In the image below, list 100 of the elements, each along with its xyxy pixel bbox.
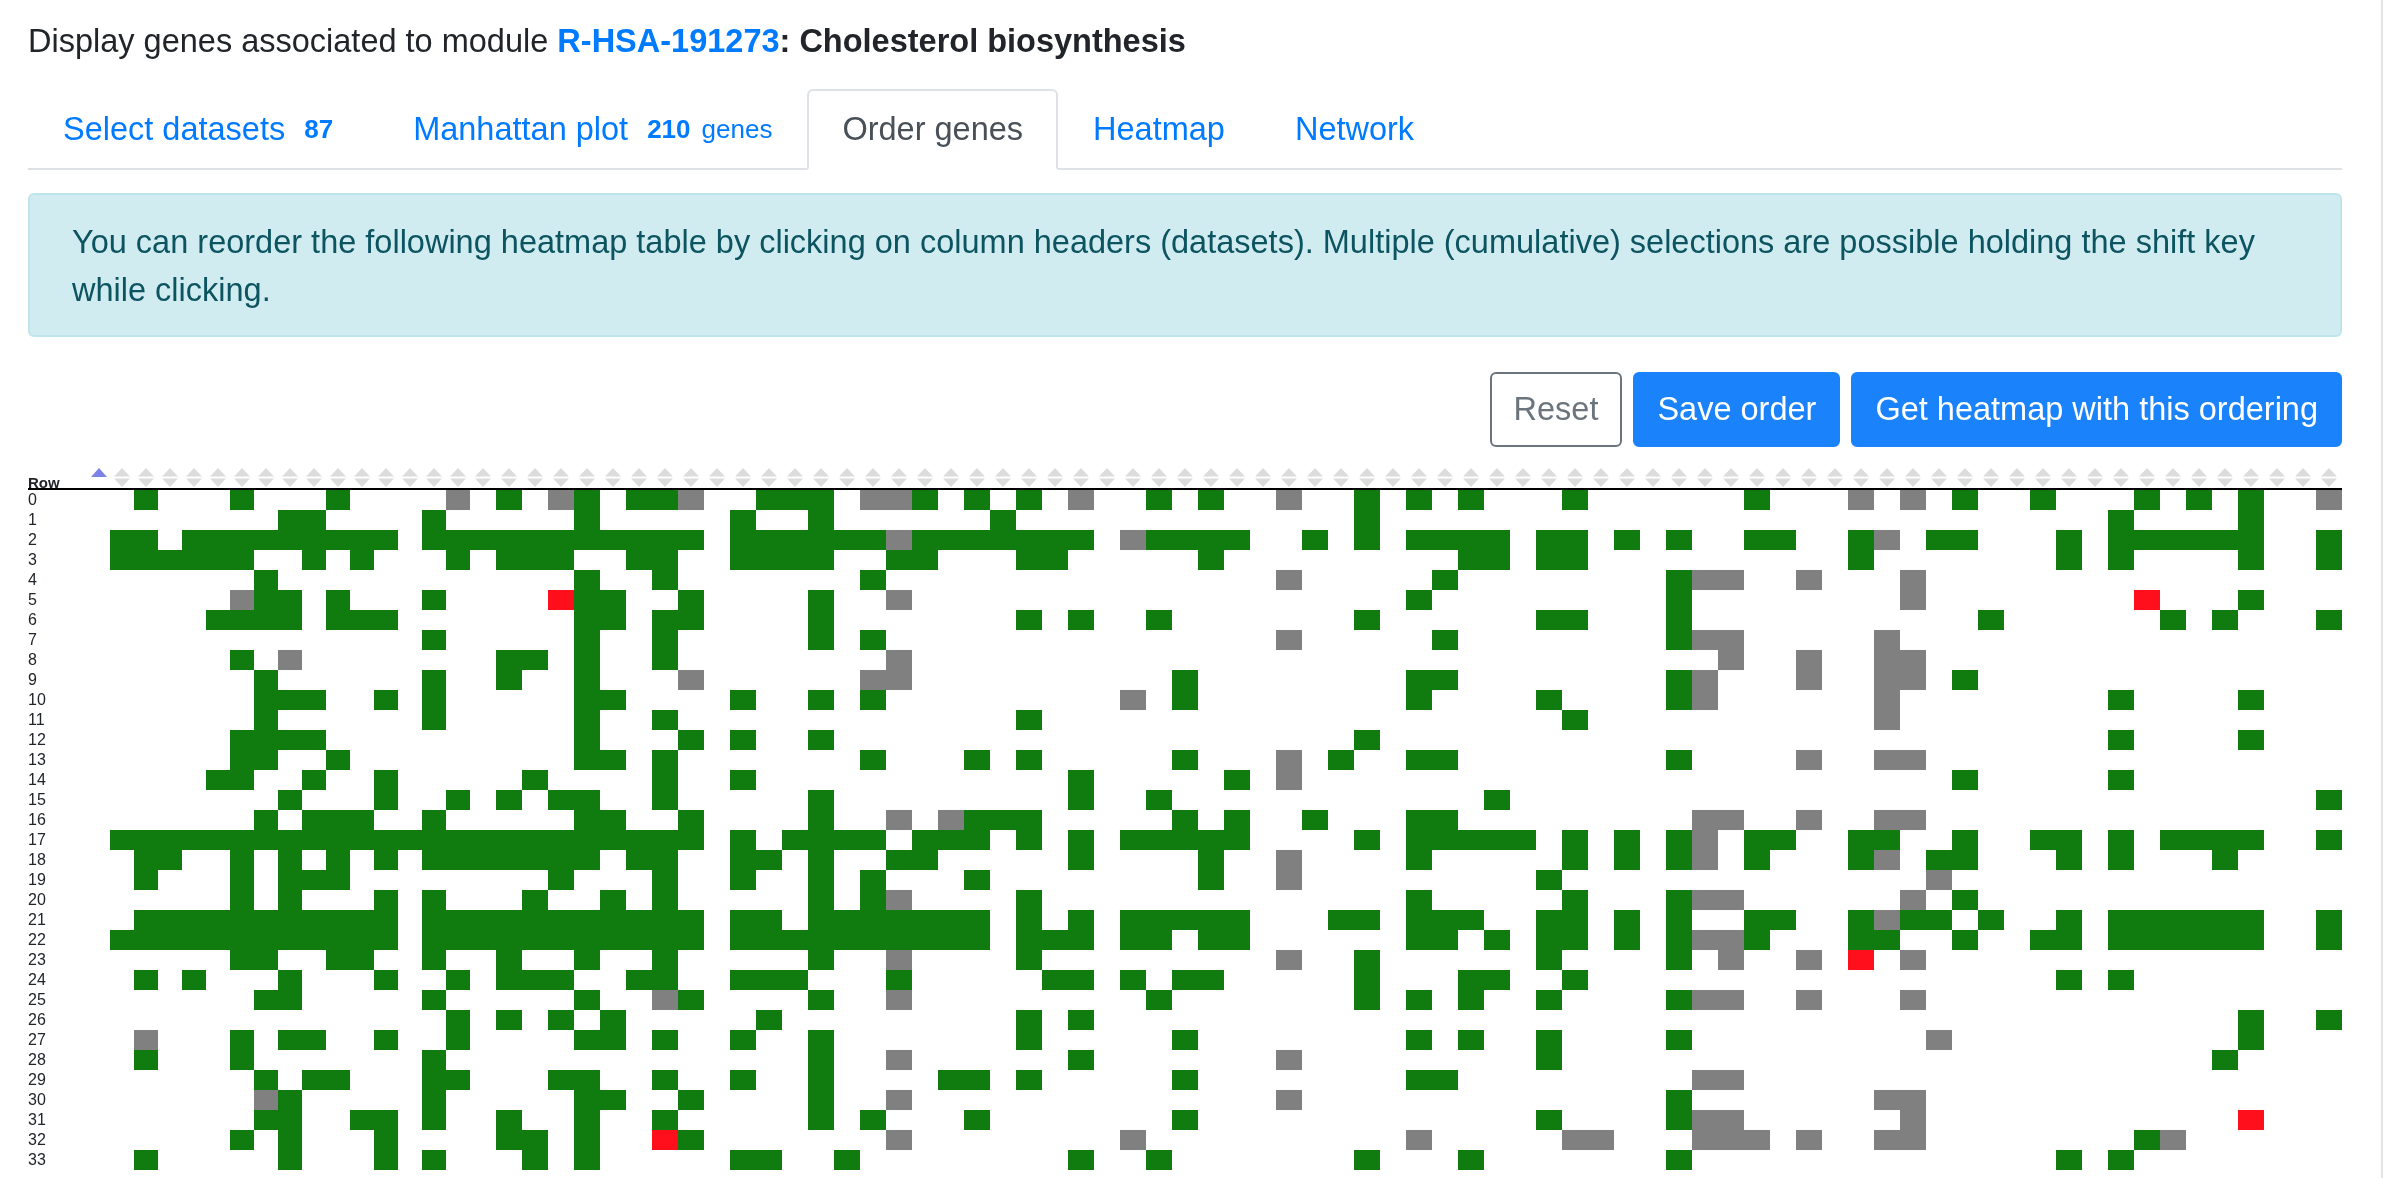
double-triangle-icon[interactable] [1021, 468, 1037, 487]
reset-button[interactable]: Reset [1489, 372, 1623, 447]
double-triangle-icon[interactable] [891, 468, 907, 487]
tab[interactable]: Manhattan plot 210 genes [378, 89, 808, 170]
double-triangle-icon[interactable] [605, 468, 621, 487]
double-triangle-icon[interactable] [995, 468, 1011, 487]
double-triangle-icon[interactable] [1983, 468, 1999, 487]
double-triangle-icon[interactable] [1047, 468, 1063, 487]
double-triangle-icon[interactable] [1723, 468, 1739, 487]
double-triangle-icon[interactable] [2061, 468, 2077, 487]
double-triangle-icon[interactable] [1281, 468, 1297, 487]
double-triangle-icon[interactable] [1385, 468, 1401, 487]
double-triangle-icon[interactable] [683, 468, 699, 487]
double-triangle-icon[interactable] [282, 468, 298, 487]
triangle-icon[interactable] [91, 468, 107, 477]
tab[interactable]: Heatmap [1058, 89, 1260, 170]
double-triangle-icon[interactable] [527, 468, 543, 487]
double-triangle-icon[interactable] [2321, 468, 2337, 487]
double-triangle-icon[interactable] [1567, 468, 1583, 487]
double-triangle-icon[interactable] [1879, 468, 1895, 487]
double-triangle-icon[interactable] [1099, 468, 1115, 487]
column-header[interactable]: Row [28, 475, 60, 490]
double-triangle-icon[interactable] [2113, 468, 2129, 487]
double-triangle-icon[interactable] [1125, 468, 1141, 487]
double-triangle-icon[interactable] [1203, 468, 1219, 487]
double-triangle-icon[interactable] [501, 468, 517, 487]
double-triangle-icon[interactable] [943, 468, 959, 487]
double-triangle-icon[interactable] [1073, 468, 1089, 487]
tab[interactable]: Network [1259, 89, 1450, 170]
double-triangle-icon[interactable] [969, 468, 985, 487]
double-triangle-icon[interactable] [865, 468, 881, 487]
row-number: 16 [28, 810, 46, 830]
double-triangle-icon[interactable] [1307, 468, 1323, 487]
double-triangle-icon[interactable] [839, 468, 855, 487]
double-triangle-icon[interactable] [1827, 468, 1843, 487]
double-triangle-icon[interactable] [1229, 468, 1245, 487]
double-triangle-icon[interactable] [787, 468, 803, 487]
row-number: 21 [28, 910, 46, 930]
double-triangle-icon[interactable] [631, 468, 647, 487]
double-triangle-icon[interactable] [306, 468, 322, 487]
double-triangle-icon[interactable] [1801, 468, 1817, 487]
double-triangle-icon[interactable] [1957, 468, 1973, 487]
double-triangle-icon[interactable] [234, 468, 250, 487]
double-triangle-icon[interactable] [186, 468, 202, 487]
double-triangle-icon[interactable] [735, 468, 751, 487]
double-triangle-icon[interactable] [378, 468, 394, 487]
double-triangle-icon[interactable] [426, 468, 442, 487]
module-link[interactable]: R-HSA-191273 [557, 23, 780, 59]
double-triangle-icon[interactable] [1177, 468, 1193, 487]
double-triangle-icon[interactable] [450, 468, 466, 487]
double-triangle-icon[interactable] [475, 468, 491, 487]
double-triangle-icon[interactable] [917, 468, 933, 487]
double-triangle-icon[interactable] [1437, 468, 1453, 487]
double-triangle-icon[interactable] [1333, 468, 1349, 487]
double-triangle-icon[interactable] [1463, 468, 1479, 487]
double-triangle-icon[interactable] [402, 468, 418, 487]
double-triangle-icon[interactable] [2295, 468, 2311, 487]
double-triangle-icon[interactable] [1671, 468, 1687, 487]
double-triangle-icon[interactable] [2191, 468, 2207, 487]
double-triangle-icon[interactable] [1931, 468, 1947, 487]
double-triangle-icon[interactable] [330, 468, 346, 487]
get-heatmap-button[interactable]: Get heatmap with this ordering [1851, 372, 2342, 447]
double-triangle-icon[interactable] [114, 468, 130, 487]
double-triangle-icon[interactable] [2139, 468, 2155, 487]
double-triangle-icon[interactable] [1645, 468, 1661, 487]
double-triangle-icon[interactable] [2217, 468, 2233, 487]
double-triangle-icon[interactable] [210, 468, 226, 487]
double-triangle-icon[interactable] [2269, 468, 2285, 487]
double-triangle-icon[interactable] [138, 468, 154, 487]
double-triangle-icon[interactable] [2165, 468, 2181, 487]
double-triangle-icon[interactable] [1541, 468, 1557, 487]
tab[interactable]: Select datasets 87 [28, 89, 379, 170]
double-triangle-icon[interactable] [579, 468, 595, 487]
double-triangle-icon[interactable] [2009, 468, 2025, 487]
double-triangle-icon[interactable] [1853, 468, 1869, 487]
double-triangle-icon[interactable] [1515, 468, 1531, 487]
double-triangle-icon[interactable] [761, 468, 777, 487]
double-triangle-icon[interactable] [1775, 468, 1791, 487]
double-triangle-icon[interactable] [1749, 468, 1765, 487]
double-triangle-icon[interactable] [2243, 468, 2259, 487]
double-triangle-icon[interactable] [813, 468, 829, 487]
double-triangle-icon[interactable] [1593, 468, 1609, 487]
double-triangle-icon[interactable] [1697, 468, 1713, 487]
double-triangle-icon[interactable] [1905, 468, 1921, 487]
double-triangle-icon[interactable] [2087, 468, 2103, 487]
double-triangle-icon[interactable] [2035, 468, 2051, 487]
double-triangle-icon[interactable] [1489, 468, 1505, 487]
double-triangle-icon[interactable] [258, 468, 274, 487]
double-triangle-icon[interactable] [1359, 468, 1375, 487]
double-triangle-icon[interactable] [162, 468, 178, 487]
double-triangle-icon[interactable] [709, 468, 725, 487]
double-triangle-icon[interactable] [553, 468, 569, 487]
double-triangle-icon[interactable] [657, 468, 673, 487]
double-triangle-icon[interactable] [1619, 468, 1635, 487]
tab[interactable]: Order genes [807, 89, 1059, 170]
double-triangle-icon[interactable] [354, 468, 370, 487]
save-order-button[interactable]: Save order [1633, 372, 1841, 447]
double-triangle-icon[interactable] [1151, 468, 1167, 487]
double-triangle-icon[interactable] [1255, 468, 1271, 487]
double-triangle-icon[interactable] [1411, 468, 1427, 487]
